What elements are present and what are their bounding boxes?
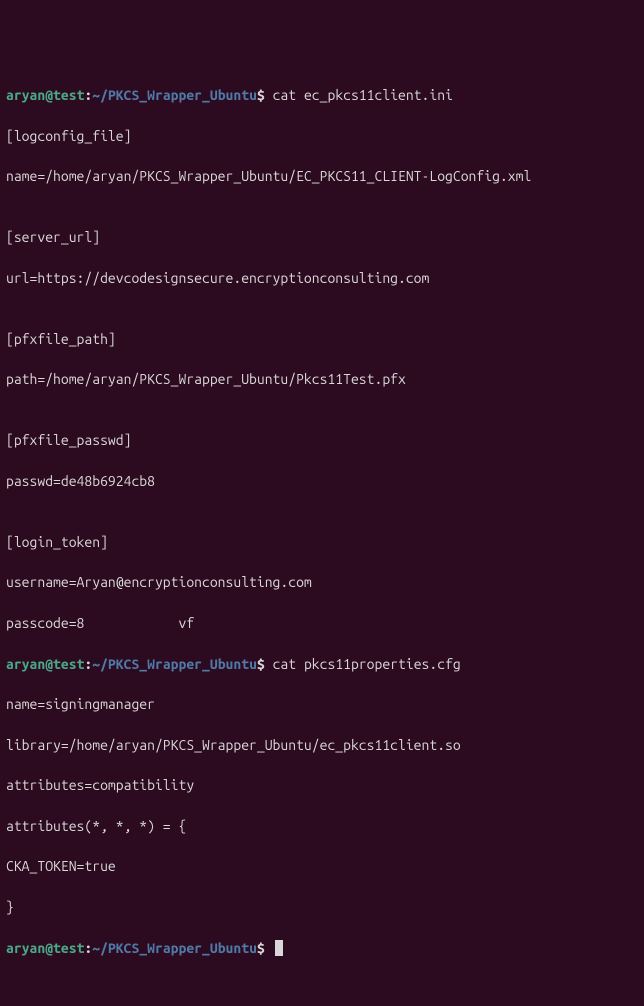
cursor-icon — [275, 940, 283, 956]
prompt-line-1: aryan@test:~/PKCS_Wrapper_Ubuntu$ cat ec… — [6, 85, 638, 105]
output-line: name=signingmanager — [6, 694, 638, 714]
output-line: CKA_TOKEN=true — [6, 856, 638, 876]
prompt-at: @ — [45, 940, 53, 956]
prompt-colon: : — [84, 940, 92, 956]
output-line: path=/home/aryan/PKCS_Wrapper_Ubuntu/Pkc… — [6, 369, 638, 389]
output-line: library=/home/aryan/PKCS_Wrapper_Ubuntu/… — [6, 735, 638, 755]
prompt-user: aryan — [6, 656, 45, 672]
prompt-host: test — [53, 87, 84, 103]
prompt-host: test — [53, 656, 84, 672]
output-line: name=/home/aryan/PKCS_Wrapper_Ubuntu/EC_… — [6, 166, 638, 186]
prompt-path: ~/PKCS_Wrapper_Ubuntu — [92, 656, 257, 672]
terminal[interactable]: aryan@test:~/PKCS_Wrapper_Ubuntu$ cat ec… — [6, 85, 638, 958]
output-line: [pfxfile_path] — [6, 329, 638, 349]
prompt-host: test — [53, 940, 84, 956]
output-line: username=Aryan@encryptionconsulting.com — [6, 572, 638, 592]
prompt-user: aryan — [6, 940, 45, 956]
command-2: cat pkcs11properties.cfg — [273, 656, 461, 672]
prompt-path: ~/PKCS_Wrapper_Ubuntu — [92, 940, 257, 956]
output-line: [login_token] — [6, 532, 638, 552]
output-line: [pfxfile_passwd] — [6, 430, 638, 450]
prompt-line-3[interactable]: aryan@test:~/PKCS_Wrapper_Ubuntu$ — [6, 938, 638, 958]
output-line: } — [6, 897, 638, 917]
output-line: passwd=de48b6924cb8 — [6, 471, 638, 491]
output-line: attributes=compatibility — [6, 775, 638, 795]
output-line: attributes(*, *, *) = { — [6, 816, 638, 836]
prompt-path: ~/PKCS_Wrapper_Ubuntu — [92, 87, 257, 103]
prompt-user: aryan — [6, 87, 45, 103]
prompt-at: @ — [45, 87, 53, 103]
prompt-at: @ — [45, 656, 53, 672]
prompt-colon: : — [84, 656, 92, 672]
prompt-dollar: $ — [257, 656, 273, 672]
output-line: url=https://devcodesignsecure.encryption… — [6, 268, 638, 288]
prompt-dollar: $ — [257, 87, 273, 103]
output-line: passcode=8 vf — [6, 613, 638, 633]
command-1: cat ec_pkcs11client.ini — [273, 87, 453, 103]
output-line: [server_url] — [6, 227, 638, 247]
prompt-dollar: $ — [257, 940, 273, 956]
output-line: [logconfig_file] — [6, 126, 638, 146]
prompt-line-2: aryan@test:~/PKCS_Wrapper_Ubuntu$ cat pk… — [6, 654, 638, 674]
